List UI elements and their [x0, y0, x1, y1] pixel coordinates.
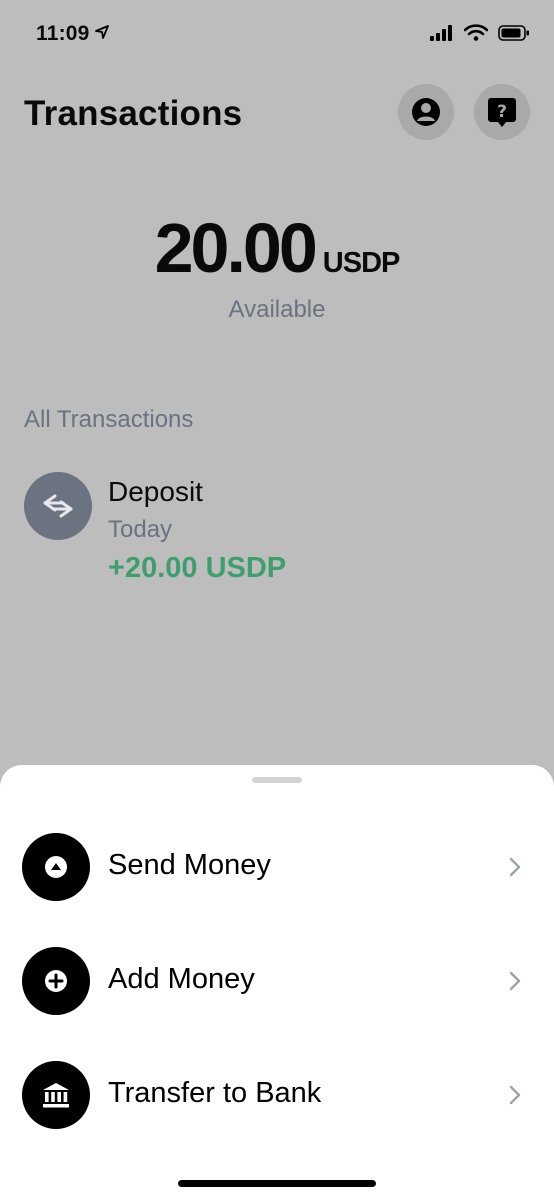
header: Transactions ?: [0, 84, 554, 144]
actions-sheet: Send Money Add Money Transfer to Bank: [0, 765, 554, 1200]
add-money-button[interactable]: Add Money: [22, 947, 532, 1017]
action-label: Transfer to Bank: [108, 1077, 322, 1109]
transaction-date: Today: [108, 516, 173, 543]
home-indicator[interactable]: [178, 1180, 376, 1187]
user-icon: [412, 98, 440, 126]
transfer-to-bank-button[interactable]: Transfer to Bank: [22, 1061, 532, 1131]
balance-label: Available: [228, 296, 326, 323]
arrow-up-icon: [22, 833, 90, 901]
chevron-right-icon: [508, 970, 522, 997]
chevron-right-icon: [508, 856, 522, 883]
plus-icon: [22, 947, 90, 1015]
transaction-amount: +20.00 USDP: [108, 552, 287, 584]
page-title: Transactions: [24, 94, 243, 133]
status-bar: 11:09: [0, 0, 554, 70]
balance-row: 20.00 USDP: [0, 208, 554, 288]
chevron-right-icon: [508, 1084, 522, 1111]
action-label: Add Money: [108, 963, 255, 995]
profile-button[interactable]: [398, 84, 454, 140]
svg-text:?: ?: [497, 102, 507, 122]
sheet-grabber[interactable]: [252, 777, 302, 783]
status-icons: [430, 24, 530, 46]
battery-icon: [498, 24, 530, 46]
section-title: All Transactions: [24, 406, 194, 433]
balance-currency: USDP: [322, 247, 401, 279]
transfer-arrows-icon: [24, 472, 92, 540]
wifi-icon: [463, 24, 489, 46]
help-icon: ?: [488, 98, 516, 127]
transaction-item[interactable]: Deposit Today +20.00 USDP: [24, 470, 530, 590]
status-time: 11:09: [36, 22, 90, 45]
send-money-button[interactable]: Send Money: [22, 833, 532, 903]
balance-summary: 20.00 USDP Available: [0, 208, 554, 324]
transaction-title: Deposit: [108, 476, 203, 507]
balance-amount: 20.00: [154, 209, 318, 287]
signal-icon: [430, 24, 454, 46]
help-button[interactable]: ?: [474, 84, 530, 140]
action-label: Send Money: [108, 849, 271, 881]
location-arrow-icon: [95, 25, 109, 44]
bank-icon: [22, 1061, 90, 1129]
